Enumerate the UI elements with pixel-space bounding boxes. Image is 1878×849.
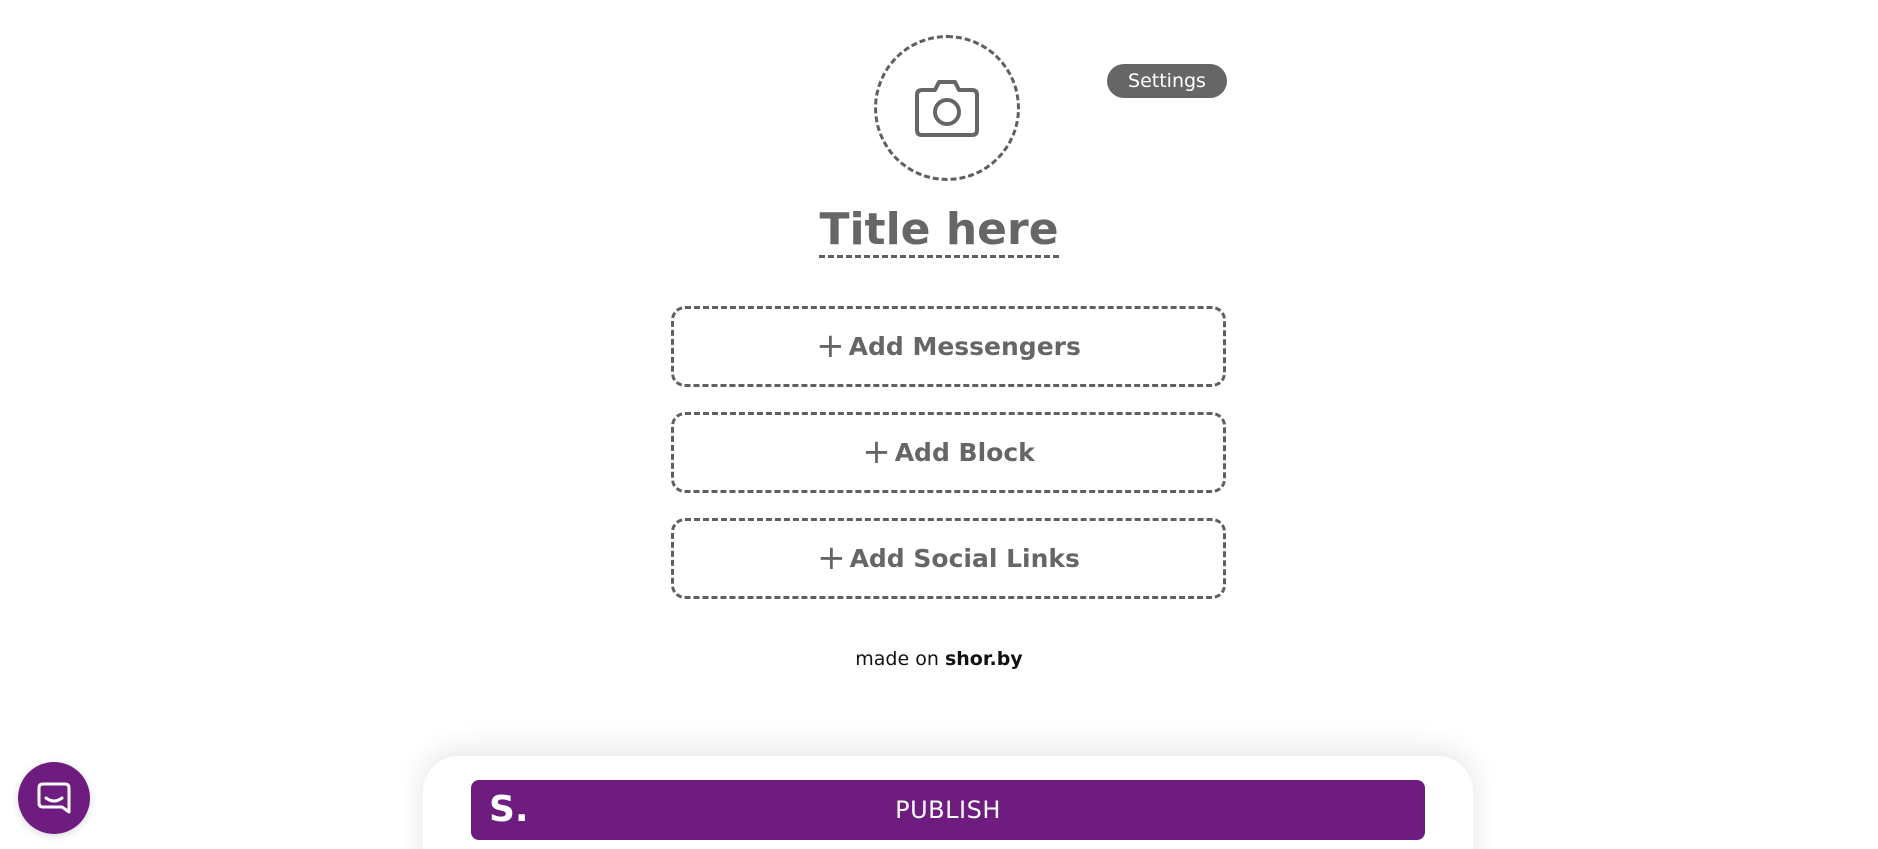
add-block-button[interactable]: + Add Block bbox=[671, 412, 1226, 493]
camera-icon bbox=[915, 80, 979, 137]
avatar-upload[interactable] bbox=[874, 35, 1020, 181]
plus-icon: + bbox=[862, 431, 891, 472]
add-messengers-button[interactable]: + Add Messengers bbox=[671, 306, 1226, 387]
page: Settings Title here + Add Messengers + A… bbox=[0, 0, 1878, 849]
chat-launcher-button[interactable] bbox=[18, 762, 90, 834]
plus-icon: + bbox=[816, 325, 845, 366]
made-on-text: made on bbox=[855, 648, 939, 670]
add-messengers-label: Add Messengers bbox=[848, 332, 1081, 361]
made-on-footer: made on shor.by bbox=[0, 648, 1878, 670]
settings-button[interactable]: Settings bbox=[1107, 64, 1227, 98]
title-input[interactable]: Title here bbox=[819, 205, 1059, 258]
add-social-links-label: Add Social Links bbox=[849, 544, 1080, 573]
publish-label: PUBLISH bbox=[895, 796, 1001, 824]
add-block-label: Add Block bbox=[894, 438, 1035, 467]
page-title: Title here bbox=[0, 205, 1878, 267]
chat-icon bbox=[37, 782, 71, 814]
add-social-links-button[interactable]: + Add Social Links bbox=[671, 518, 1226, 599]
plus-icon: + bbox=[817, 537, 846, 578]
publish-button[interactable]: S. PUBLISH bbox=[471, 780, 1425, 840]
brand-link[interactable]: shor.by bbox=[945, 648, 1023, 670]
